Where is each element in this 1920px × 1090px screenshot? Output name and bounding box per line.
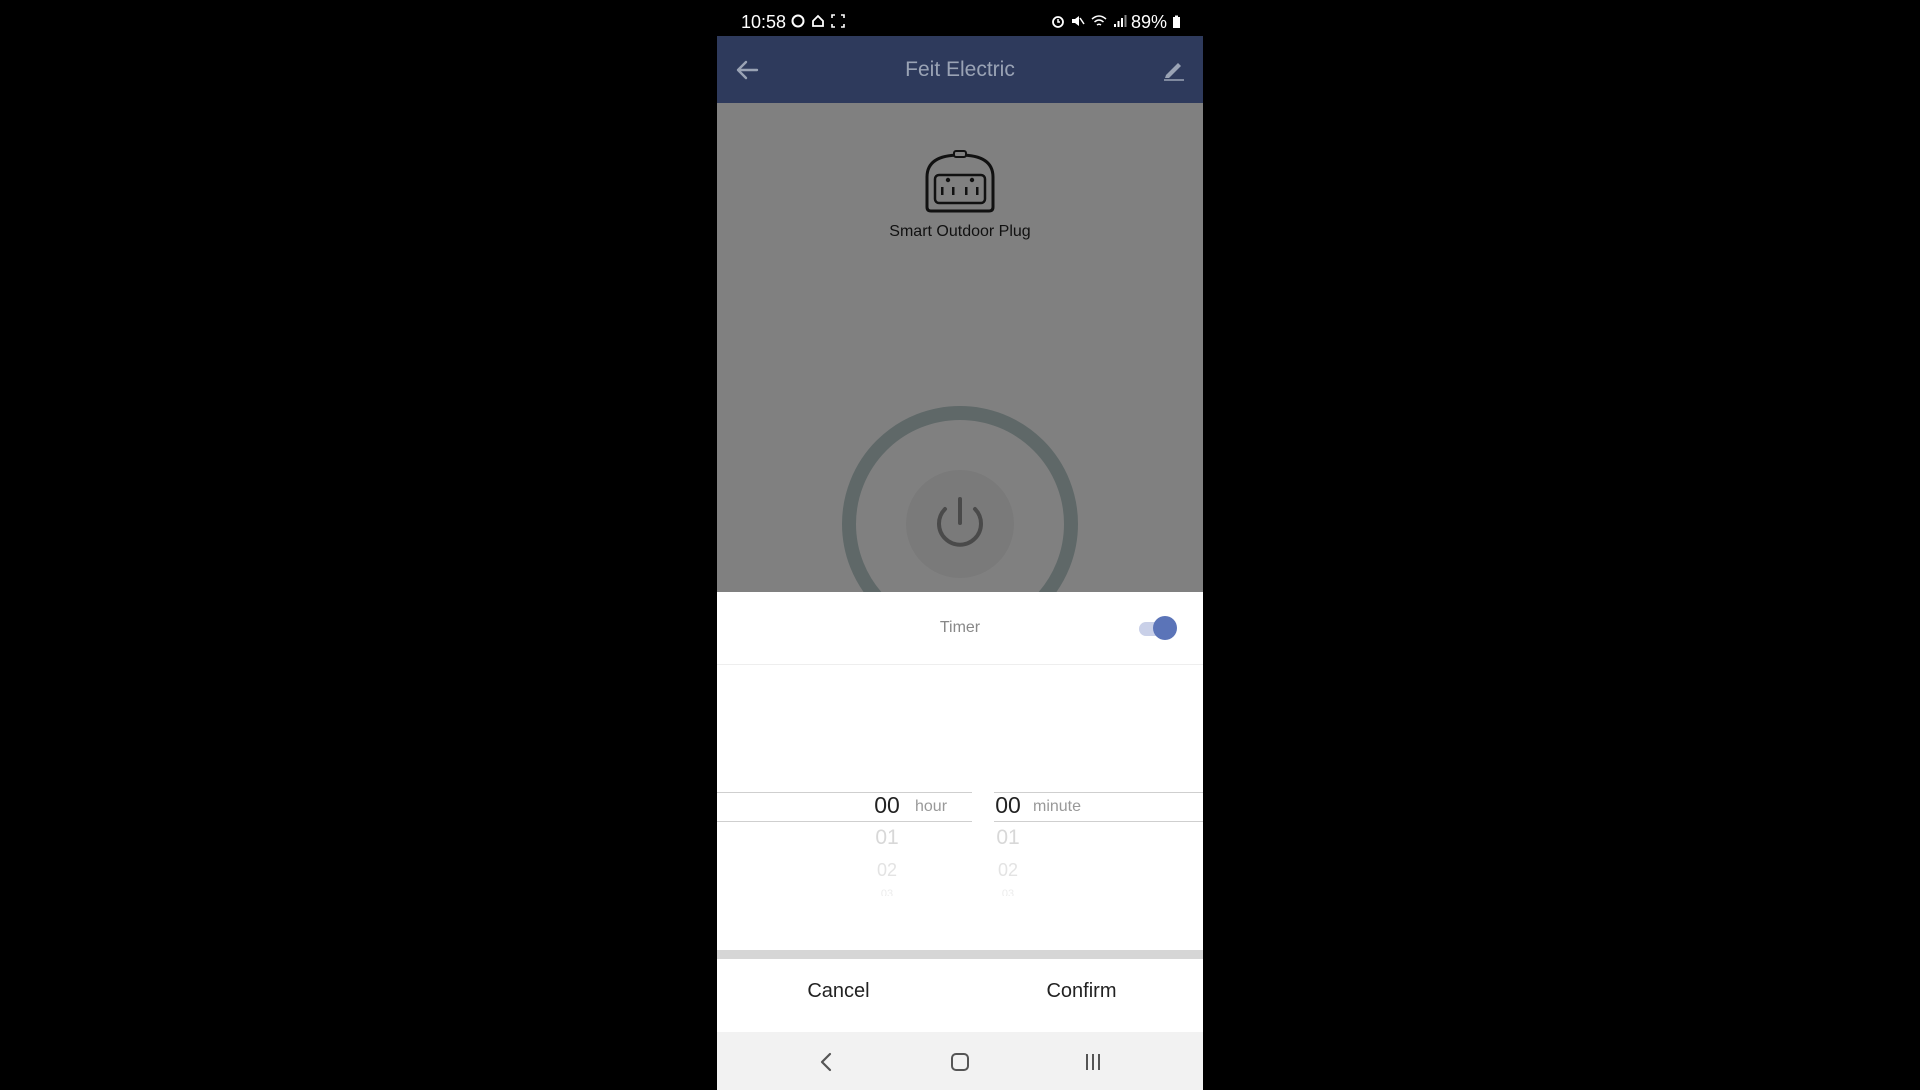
device-name: Smart Outdoor Plug: [889, 223, 1031, 240]
system-nav-bar: [717, 1032, 1203, 1090]
timer-sheet: Timer 00 hour 01 02 03 00 minute 01 02 0…: [717, 592, 1203, 1032]
confirm-button[interactable]: Confirm: [960, 959, 1203, 1023]
action-row: Cancel Confirm: [717, 959, 1203, 1023]
device-panel: Smart Outdoor Plug: [717, 103, 1203, 592]
timer-toggle[interactable]: [1137, 614, 1179, 642]
minute-option: 01: [996, 826, 1020, 849]
nav-back-icon[interactable]: [813, 1048, 841, 1076]
home-icon: [812, 14, 824, 27]
battery-level: 89%: [1131, 12, 1181, 33]
status-bar: 10:58 89%: [717, 0, 1203, 36]
cancel-button[interactable]: Cancel: [717, 959, 960, 1023]
hour-option: 03: [880, 888, 894, 896]
hour-option: 01: [875, 826, 899, 849]
signal-icon: [1114, 15, 1127, 27]
hour-option: 02: [876, 860, 898, 880]
hour-unit: hour: [915, 798, 948, 815]
minute-option: 03: [1001, 888, 1015, 896]
hour-picker[interactable]: 00 hour 01 02 03: [717, 792, 972, 932]
sync-icon: [791, 14, 805, 28]
app-header: Feit Electric: [717, 36, 1203, 103]
status-icons-left: [791, 14, 845, 28]
battery-icon: [1173, 15, 1180, 28]
alarm-icon: [1052, 16, 1064, 28]
pencil-icon[interactable]: [1161, 56, 1187, 82]
nav-recents-icon[interactable]: [1079, 1048, 1107, 1076]
status-icons-right: [1051, 14, 1127, 28]
wifi-icon: [1091, 15, 1107, 26]
minute-option: 02: [997, 860, 1019, 880]
status-time: 10:58: [741, 12, 787, 32]
minute-selected: 00: [995, 792, 1021, 818]
minute-picker[interactable]: 00 minute 01 02 03: [994, 792, 1203, 932]
phone-screen: 10:58 89% Feit Electric Smart Outdoor Pl…: [717, 0, 1203, 1090]
battery-percent: 89%: [1130, 12, 1167, 32]
hour-selected: 00: [874, 792, 900, 818]
timer-label: Timer: [939, 619, 981, 636]
screenshot-icon: [831, 14, 845, 28]
minute-unit: minute: [1033, 798, 1082, 815]
nav-home-icon[interactable]: [946, 1048, 974, 1076]
toggle-knob: [1153, 616, 1177, 640]
timer-row: Timer: [717, 592, 1203, 665]
divider: [717, 950, 1203, 959]
page-title: Feit Electric: [905, 58, 1015, 81]
outdoor-plug-icon: [925, 150, 995, 213]
power-button[interactable]: [841, 405, 1079, 592]
mute-icon: [1072, 16, 1085, 26]
